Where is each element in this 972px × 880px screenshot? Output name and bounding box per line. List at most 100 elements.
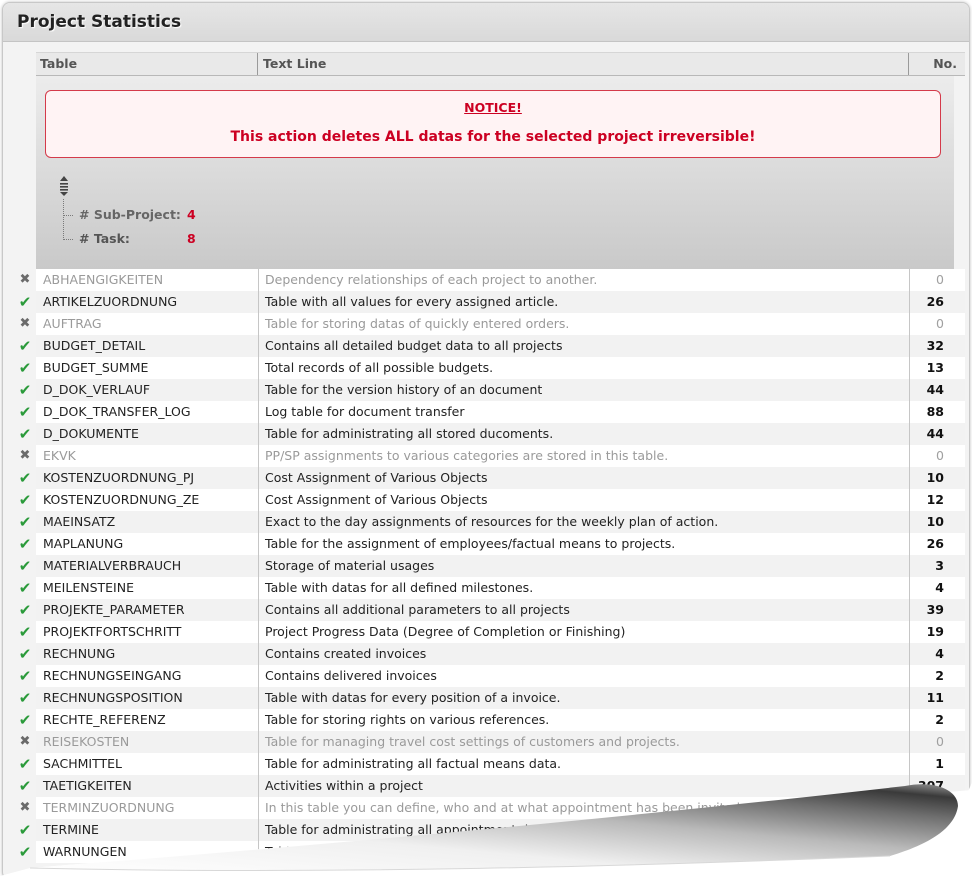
notice-title: NOTICE! bbox=[464, 100, 522, 115]
column-resize-handle-text-line[interactable] bbox=[908, 53, 909, 75]
check-icon[interactable]: ✔ bbox=[17, 514, 33, 530]
table-name-cell: MAEINSATZ bbox=[43, 514, 116, 529]
check-icon[interactable]: ✔ bbox=[17, 360, 33, 376]
check-icon[interactable]: ✔ bbox=[17, 844, 33, 860]
text-line-cell: Table for administrating all factual mea… bbox=[265, 756, 562, 771]
table-name-cell: BUDGET_SUMME bbox=[43, 360, 149, 375]
table-row[interactable]: ✔ BUDGET_SUMME Total records of all possib… bbox=[3, 357, 969, 379]
table-row[interactable]: ✔ MEILENSTEINE Table with datas for all de… bbox=[3, 577, 969, 599]
cross-icon[interactable]: ✖ bbox=[17, 734, 33, 750]
check-icon[interactable]: ✔ bbox=[17, 778, 33, 794]
table-row[interactable]: ✔ D_DOK_VERLAUF Table for the version hist… bbox=[3, 379, 969, 401]
table-row[interactable]: ✖ ABHAENGIGKEITEN Dependency relationships… bbox=[3, 269, 969, 291]
record-count-cell: 32 bbox=[926, 338, 944, 353]
cross-icon[interactable]: ✖ bbox=[17, 316, 33, 332]
text-line-cell: Table for administrating all appointment… bbox=[265, 822, 559, 837]
cross-icon[interactable]: ✖ bbox=[17, 800, 33, 816]
table-row[interactable]: ✔ MAPLANUNG Table for the assignment of em… bbox=[3, 533, 969, 555]
table-row[interactable]: ✖ TERMINZUORDNUNG In this table you can de… bbox=[3, 797, 969, 819]
row-background bbox=[36, 841, 965, 863]
record-count-cell: 0 bbox=[936, 448, 944, 463]
notice-box: NOTICE! This action deletes ALL datas fo… bbox=[45, 90, 941, 158]
check-icon[interactable]: ✔ bbox=[17, 426, 33, 442]
record-count-cell: 19 bbox=[926, 624, 944, 639]
table-row[interactable]: ✔ RECHNUNGSEINGANG Contains delivered invo… bbox=[3, 665, 969, 687]
table-row[interactable]: ✖ EKVK PP/SP assignments to various catego… bbox=[3, 445, 969, 467]
table-name-cell: RECHNUNGSPOSITION bbox=[43, 690, 183, 705]
table-row[interactable]: ✔ PROJEKTE_PARAMETER Contains all addition… bbox=[3, 599, 969, 621]
table-row[interactable]: ✔ BUDGET_DETAIL Contains all detailed budg… bbox=[3, 335, 969, 357]
record-count-cell: 1 bbox=[935, 756, 944, 771]
column-header-text-line[interactable]: Text Line bbox=[263, 53, 326, 75]
table-row[interactable]: ✔ KOSTENZUORDNUNG_ZE Cost Assignment of Va… bbox=[3, 489, 969, 511]
check-icon[interactable]: ✔ bbox=[17, 756, 33, 772]
record-count-cell: 88 bbox=[926, 404, 944, 419]
check-icon[interactable]: ✔ bbox=[17, 536, 33, 552]
column-resize-handle-table[interactable] bbox=[257, 53, 258, 75]
check-icon[interactable]: ✔ bbox=[17, 712, 33, 728]
table-row[interactable]: ✔ PROJEKTFORTSCHRITT Project Progress Data… bbox=[3, 621, 969, 643]
record-count-cell: 11 bbox=[926, 690, 944, 705]
check-icon[interactable]: ✔ bbox=[17, 558, 33, 574]
check-icon[interactable]: ✔ bbox=[17, 492, 33, 508]
project-detail-panel: NOTICE! This action deletes ALL datas fo… bbox=[36, 76, 954, 270]
check-icon[interactable]: ✔ bbox=[17, 668, 33, 684]
check-icon[interactable]: ✔ bbox=[17, 624, 33, 640]
task-label: # Task: bbox=[79, 231, 130, 246]
text-line-cell: Storage of material usages bbox=[265, 558, 435, 573]
table-row[interactable]: ✔ RECHTE_REFERENZ Table for storing rights… bbox=[3, 709, 969, 731]
record-count-cell: 10 bbox=[926, 514, 944, 529]
text-line-cell: Table for the version history of an docu… bbox=[265, 382, 543, 397]
check-icon[interactable]: ✔ bbox=[17, 338, 33, 354]
check-icon[interactable]: ✔ bbox=[17, 294, 33, 310]
text-line-cell: Cost Assignment of Various Objects bbox=[265, 470, 488, 485]
check-icon[interactable]: ✔ bbox=[17, 404, 33, 420]
table-row[interactable]: ✔ KOSTENZUORDNUNG_PJ Cost Assignment of Va… bbox=[3, 467, 969, 489]
check-icon[interactable]: ✔ bbox=[17, 382, 33, 398]
check-icon[interactable]: ✔ bbox=[17, 602, 33, 618]
column-divider bbox=[909, 269, 910, 879]
text-line-cell: Contains all detailed budget data to all… bbox=[265, 338, 563, 353]
table-name-cell: TAETIGKEITEN bbox=[43, 778, 132, 793]
table-row[interactable]: ✖ REISEKOSTEN Table for managing travel co… bbox=[3, 731, 969, 753]
tree-collapse-icon[interactable] bbox=[59, 175, 69, 197]
table-row[interactable]: ✔ D_DOKUMENTE Table for administrating all… bbox=[3, 423, 969, 445]
table-name-cell: EKVK bbox=[43, 448, 76, 463]
table-name-cell: SACHMITTEL bbox=[43, 756, 123, 771]
table-row[interactable]: ✔ MAEINSATZ Exact to the day assignments o… bbox=[3, 511, 969, 533]
table-row[interactable]: ✔ RECHNUNGSPOSITION Table with datas for e… bbox=[3, 687, 969, 709]
column-header-table[interactable]: Table bbox=[40, 53, 77, 75]
table-row[interactable]: ✔ MATERIALVERBRAUCH Storage of material us… bbox=[3, 555, 969, 577]
record-count-cell: 44 bbox=[926, 382, 944, 397]
table-row[interactable]: ✔ WARNUNGEN Table for storing all warnings… bbox=[3, 841, 969, 863]
table-row[interactable]: ✔ D_DOK_TRANSFER_LOG Log table for documen… bbox=[3, 401, 969, 423]
table-name-cell: TERMINZUORDNUNG bbox=[43, 800, 175, 815]
text-line-cell: PP/SP assignments to various categories … bbox=[265, 448, 669, 463]
cross-icon[interactable]: ✖ bbox=[17, 448, 33, 464]
check-icon[interactable]: ✔ bbox=[17, 646, 33, 662]
table-row[interactable]: ✔ SACHMITTEL Table for administrating all … bbox=[3, 753, 969, 775]
table-name-cell: TERMINE bbox=[43, 822, 99, 837]
record-count-cell: 26 bbox=[926, 536, 944, 551]
table-row[interactable]: ✔ TAETIGKEITEN Activities within a project… bbox=[3, 775, 969, 797]
table-name-cell: MAPLANUNG bbox=[43, 536, 124, 551]
text-line-cell: Contains created invoices bbox=[265, 646, 427, 661]
record-count-cell: 0 bbox=[936, 800, 944, 815]
check-icon[interactable]: ✔ bbox=[17, 470, 33, 486]
cross-icon[interactable]: ✖ bbox=[17, 272, 33, 288]
text-line-cell: Exact to the day assignments of resource… bbox=[265, 514, 719, 529]
record-count-cell: 307 bbox=[917, 778, 944, 793]
record-count-cell: 4 bbox=[935, 646, 944, 661]
table-row[interactable]: ✔ ARTIKELZUORDNUNG Table with all values f… bbox=[3, 291, 969, 313]
check-icon[interactable]: ✔ bbox=[17, 822, 33, 838]
table-name-cell: D_DOKUMENTE bbox=[43, 426, 139, 441]
record-count-cell: 44 bbox=[926, 426, 944, 441]
table-row[interactable]: ✖ AUFTRAG Table for storing datas of quick… bbox=[3, 313, 969, 335]
table-row[interactable]: ✔ RECHNUNG Contains created invoices 4 bbox=[3, 643, 969, 665]
table-header: Table Text Line No. bbox=[36, 52, 965, 76]
table-name-cell: RECHNUNGSEINGANG bbox=[43, 668, 182, 683]
column-header-no[interactable]: No. bbox=[933, 53, 957, 75]
check-icon[interactable]: ✔ bbox=[17, 580, 33, 596]
table-row[interactable]: ✔ TERMINE Table for administrating all app… bbox=[3, 819, 969, 841]
check-icon[interactable]: ✔ bbox=[17, 690, 33, 706]
